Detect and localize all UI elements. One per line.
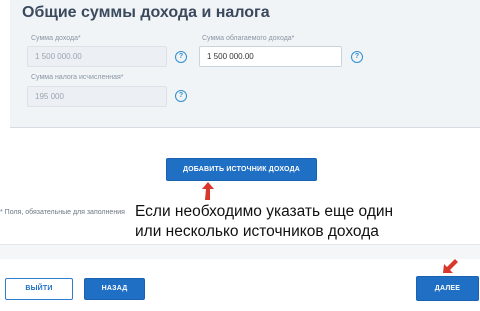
annotation-caption: Если необходимо указать еще один или нес… bbox=[135, 202, 393, 242]
taxable-income-field[interactable]: 1 500 000.00 bbox=[199, 46, 342, 67]
tax-label: Сумма налога исчисленная* bbox=[31, 74, 124, 81]
taxable-income-help-icon[interactable]: ? bbox=[351, 51, 363, 63]
annotation-arrow-up-icon bbox=[202, 182, 214, 200]
annotation-caption-line-1: Если необходимо указать еще один bbox=[135, 203, 394, 220]
back-button[interactable]: НАЗАД bbox=[84, 278, 145, 300]
exit-button[interactable]: ВЫЙТИ bbox=[5, 278, 73, 300]
income-help-icon[interactable]: ? bbox=[175, 51, 187, 63]
section-title: Общие суммы дохода и налога bbox=[22, 4, 270, 21]
income-label: Сумма дохода* bbox=[31, 35, 81, 42]
footer-divider bbox=[0, 244, 480, 259]
tax-field[interactable]: 195 000 bbox=[27, 86, 167, 107]
add-income-source-button[interactable]: ДОБАВИТЬ ИСТОЧНИК ДОХОДА bbox=[166, 158, 317, 181]
required-fields-note: * Поля, обязательные для заполнения bbox=[0, 209, 125, 216]
annotation-caption-line-2: или несколько источников дохода bbox=[135, 223, 379, 240]
annotation-arrow-down-icon bbox=[443, 259, 458, 273]
income-field[interactable]: 1 500 000.00 bbox=[27, 46, 167, 67]
next-button[interactable]: ДАЛЕЕ bbox=[416, 276, 479, 301]
tax-help-icon[interactable]: ? bbox=[175, 90, 187, 102]
taxable-income-label: Сумма облагаемого дохода* bbox=[202, 35, 295, 42]
